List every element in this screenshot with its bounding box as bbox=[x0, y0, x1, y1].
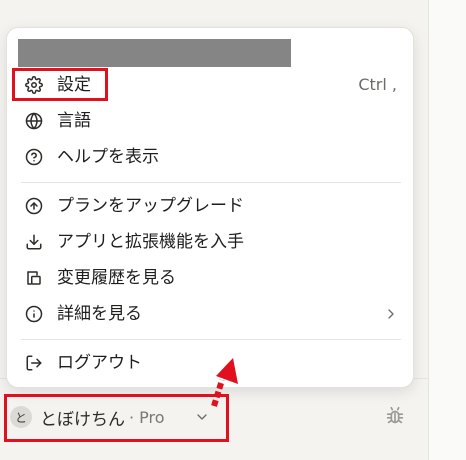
main-content-edge bbox=[428, 0, 466, 460]
menu-item-label: ヘルプを表示 bbox=[57, 147, 159, 167]
menu-separator bbox=[21, 339, 401, 340]
menu-item-label: 言語 bbox=[57, 111, 91, 131]
menu-item-help[interactable]: ヘルプを表示 bbox=[15, 141, 405, 173]
info-circle-icon bbox=[25, 305, 43, 323]
menu-item-label: 詳細を見る bbox=[57, 304, 142, 324]
logout-icon bbox=[25, 354, 43, 372]
menu-item-label: プランをアップグレード bbox=[57, 196, 244, 216]
menu-item-upgrade-plan[interactable]: プランをアップグレード bbox=[15, 190, 405, 222]
menu-separator bbox=[21, 182, 401, 183]
redacted-email bbox=[18, 39, 291, 67]
globe-icon bbox=[25, 112, 43, 130]
help-circle-icon bbox=[25, 148, 43, 166]
download-icon bbox=[25, 233, 43, 251]
arrow-up-circle-icon bbox=[25, 197, 43, 215]
menu-item-label: アプリと拡張機能を入手 bbox=[57, 232, 244, 252]
keyboard-shortcut: Ctrl , bbox=[358, 75, 397, 94]
menu-item-changelog[interactable]: 変更履歴を見る bbox=[15, 262, 405, 294]
menu-item-learn-more[interactable]: 詳細を見る bbox=[15, 298, 405, 330]
bug-icon[interactable] bbox=[384, 405, 406, 427]
highlight-settings-box bbox=[12, 68, 108, 101]
menu-item-language[interactable]: 言語 bbox=[15, 105, 405, 137]
annotation-arrow-icon bbox=[211, 358, 238, 407]
chevron-right-icon bbox=[383, 306, 399, 322]
highlight-user-box bbox=[4, 394, 229, 442]
changelog-icon bbox=[25, 269, 43, 287]
menu-item-label: 変更履歴を見る bbox=[57, 268, 176, 288]
menu-item-label: ログアウト bbox=[57, 353, 142, 373]
menu-item-get-apps[interactable]: アプリと拡張機能を入手 bbox=[15, 226, 405, 258]
